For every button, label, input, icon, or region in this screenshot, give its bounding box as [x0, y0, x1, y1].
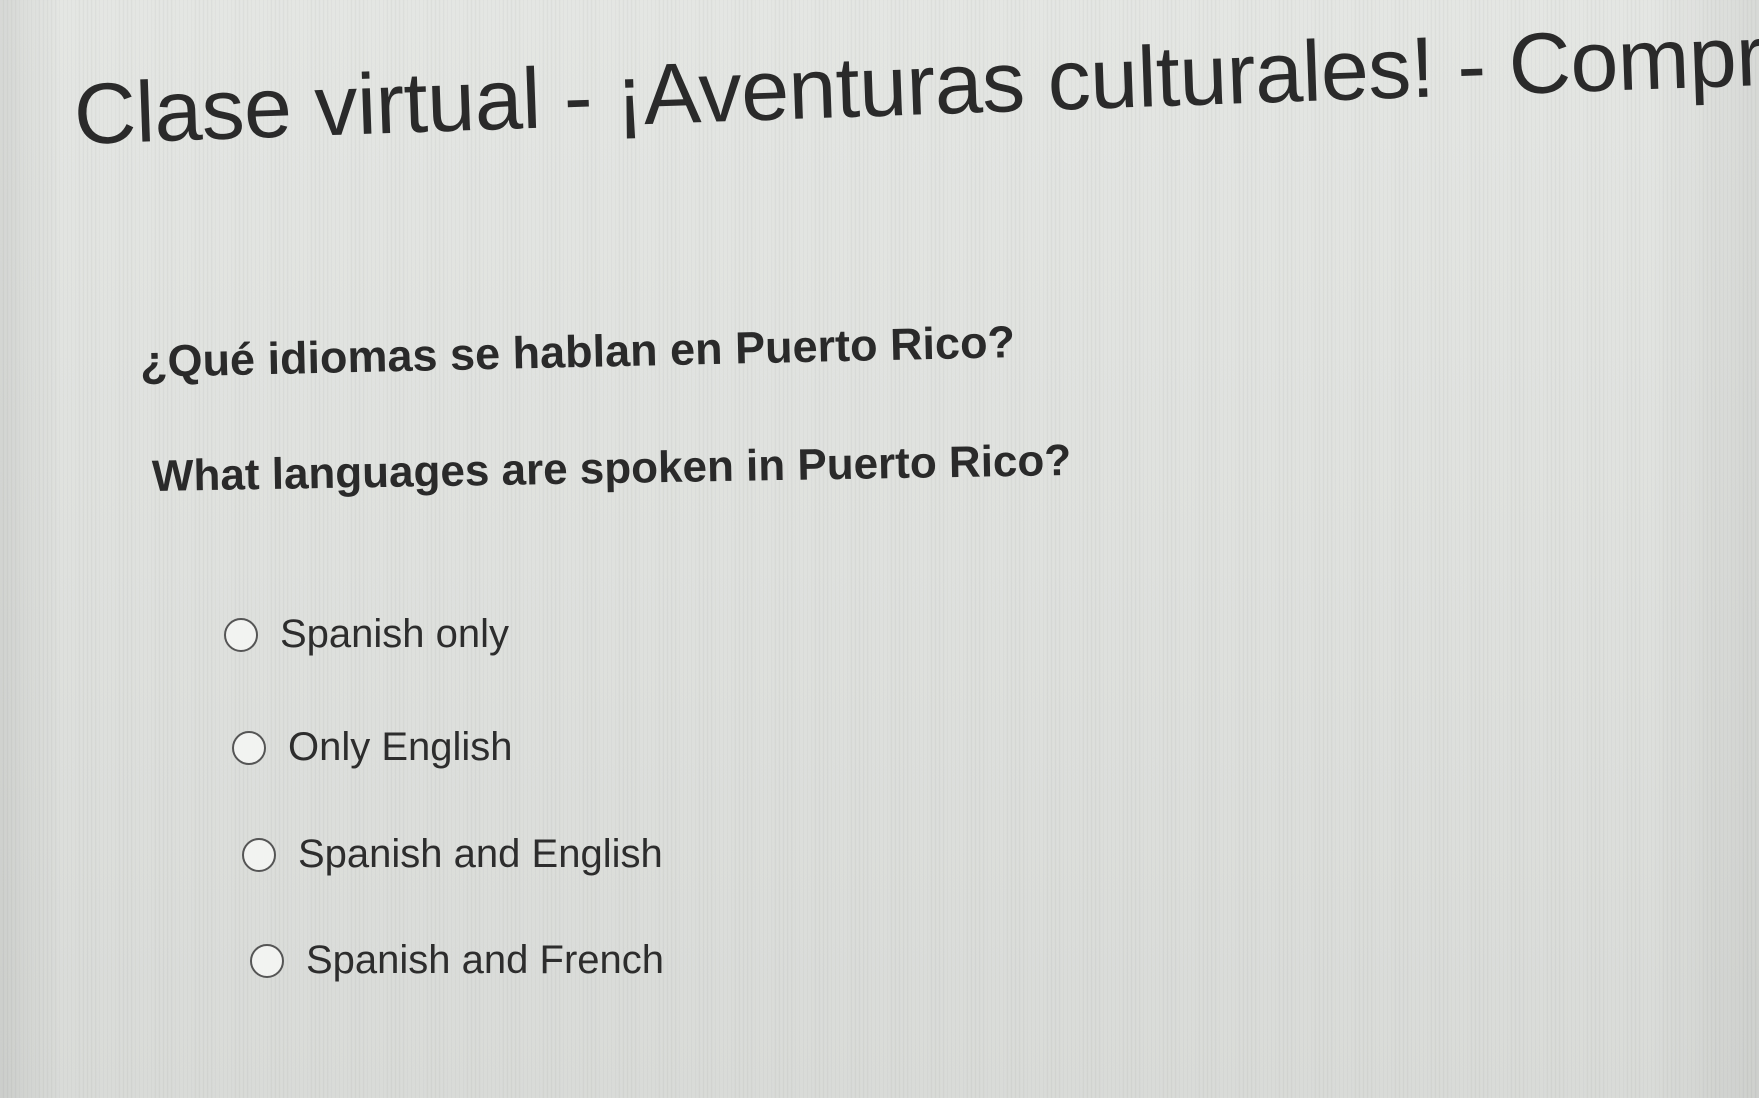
answer-option-label: Spanish only [280, 612, 510, 656]
question-text-spanish: ¿Qué idiomas se hablan en Puerto Rico? [139, 316, 1016, 387]
radio-button-icon[interactable] [232, 730, 266, 765]
answer-option-label: Spanish and French [306, 938, 665, 982]
answer-option-2[interactable]: Only English [232, 725, 513, 770]
answer-option-4[interactable]: Spanish and French [250, 938, 664, 983]
answer-option-3[interactable]: Spanish and English [242, 832, 663, 877]
radio-button-icon[interactable] [242, 837, 276, 872]
question-text-english: What languages are spoken in Puerto Rico… [151, 435, 1072, 501]
page-title: Clase virtual - ¡Aventuras culturales! -… [72, 6, 1759, 163]
radio-button-icon[interactable] [224, 617, 258, 652]
answer-option-label: Only English [288, 725, 513, 769]
answer-option-label: Spanish and English [298, 832, 663, 876]
radio-button-icon[interactable] [250, 943, 284, 978]
answer-option-1[interactable]: Spanish only [224, 612, 509, 657]
